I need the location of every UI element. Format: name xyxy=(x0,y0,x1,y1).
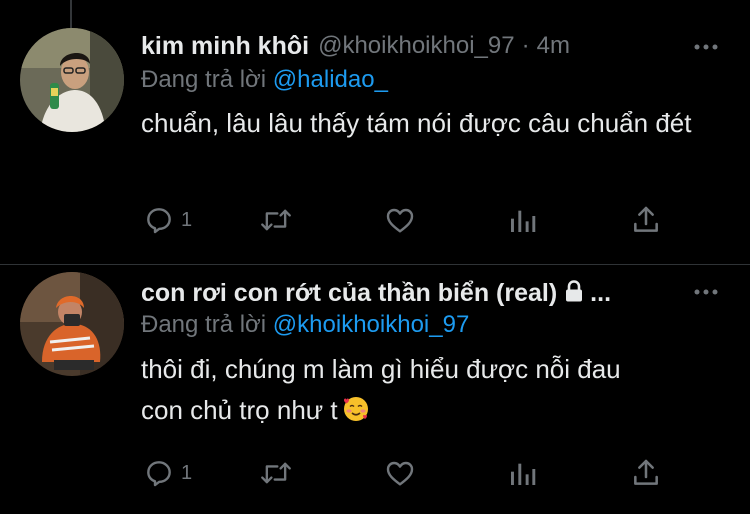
reply-button[interactable]: 1 xyxy=(143,200,192,240)
replying-label: Đang trả lời xyxy=(141,311,267,338)
author-name[interactable]: kim minh khôi xyxy=(141,32,309,61)
tweet-text: thôi đi, chúng m làm gì hiểu được nỗi đa… xyxy=(141,349,721,435)
share-button[interactable] xyxy=(631,453,661,493)
author-name[interactable]: con rơi con rớt của thần biển (real) xyxy=(141,279,557,308)
tweet-header: con rơi con rớt của thần biển (real) ... xyxy=(141,276,720,310)
reply-button[interactable]: 1 xyxy=(143,453,192,493)
mention-link[interactable]: @khoikhoikhoi_97 xyxy=(273,311,470,338)
share-icon xyxy=(631,457,661,489)
tweet-text-line-2: con chủ trọ như t xyxy=(141,390,721,435)
reply-count: 1 xyxy=(181,208,193,231)
replying-to: Đang trả lời @halidao_ xyxy=(141,66,388,94)
tweet-text-line: thôi đi, chúng m làm gì hiểu được nỗi đa… xyxy=(141,354,621,384)
tweet-header: kim minh khôi @khoikhoikhoi_97 · 4m xyxy=(141,29,720,63)
tweet-text: chuẩn, lâu lâu thấy tám nói được câu chu… xyxy=(141,108,692,138)
views-icon xyxy=(508,457,538,489)
action-bar: 1 xyxy=(141,453,681,493)
avatar[interactable] xyxy=(20,272,124,376)
reply-icon xyxy=(143,457,175,489)
like-icon xyxy=(384,204,416,236)
separator: · xyxy=(521,32,530,59)
timestamp[interactable]: 4m xyxy=(537,32,570,60)
like-button[interactable] xyxy=(384,200,416,240)
author-handle[interactable]: @khoikhoikhoi_97 xyxy=(318,32,515,60)
share-icon xyxy=(631,204,661,236)
avatar[interactable] xyxy=(20,28,124,132)
tweet-text-line: con chủ trọ như t xyxy=(141,395,338,425)
retweet-icon xyxy=(259,204,293,236)
lock-icon xyxy=(563,279,585,308)
reply-icon xyxy=(143,204,175,236)
views-icon xyxy=(508,204,538,236)
more-icon[interactable] xyxy=(692,278,720,306)
reply-tweet[interactable]: con rơi con rớt của thần biển (real) ...… xyxy=(0,265,750,514)
more-icon[interactable] xyxy=(692,33,720,61)
like-icon xyxy=(384,457,416,489)
reply-tweet[interactable]: kim minh khôi @khoikhoikhoi_97 · 4m Đang… xyxy=(0,0,750,265)
retweet-button[interactable] xyxy=(259,200,293,240)
views-button[interactable] xyxy=(508,453,538,493)
reply-count: 1 xyxy=(181,461,193,484)
replying-label: Đang trả lời xyxy=(141,66,267,93)
action-bar: 1 xyxy=(141,200,681,240)
like-button[interactable] xyxy=(384,453,416,493)
retweet-button[interactable] xyxy=(259,453,293,493)
share-button[interactable] xyxy=(631,200,661,240)
retweet-icon xyxy=(259,457,293,489)
views-button[interactable] xyxy=(508,200,538,240)
smiling-face-with-hearts-icon xyxy=(342,394,370,435)
replying-to: Đang trả lời @khoikhoikhoi_97 xyxy=(141,311,469,339)
name-truncation: ... xyxy=(590,278,612,307)
mention-link[interactable]: @halidao_ xyxy=(273,66,388,93)
